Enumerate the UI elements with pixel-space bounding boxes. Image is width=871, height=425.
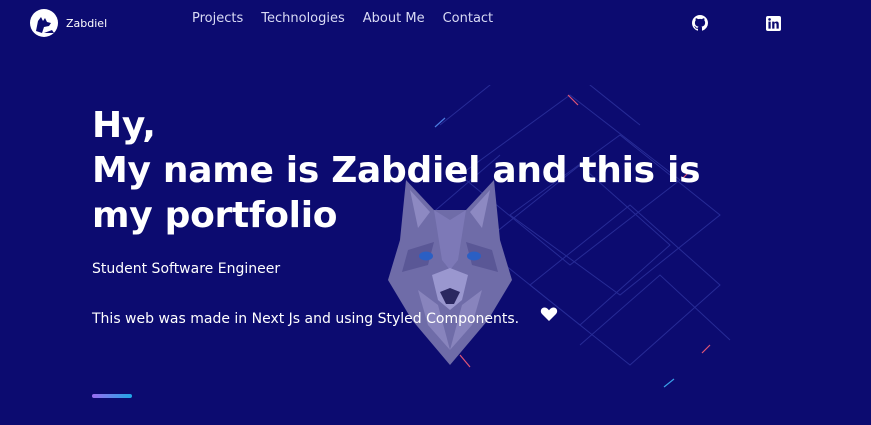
nav-link-about-me[interactable]: About Me <box>363 11 425 26</box>
top-navigation: Zabdiel Projects Technologies About Me C… <box>0 0 871 44</box>
heart-icon <box>540 307 558 321</box>
nav-link-contact[interactable]: Contact <box>443 11 494 26</box>
main-menu: Projects Technologies About Me Contact <box>192 11 511 26</box>
nav-link-technologies[interactable]: Technologies <box>261 11 345 26</box>
hero-title-line: Hy, <box>92 105 156 146</box>
github-icon[interactable] <box>691 14 709 32</box>
brand-name: Zabdiel <box>66 16 108 30</box>
hero-title-line: my portfolio <box>92 195 338 236</box>
nav-link-projects[interactable]: Projects <box>192 11 243 26</box>
brand-home-link[interactable]: Zabdiel <box>30 9 107 37</box>
hero-subtitle: Student Software Engineer <box>92 261 281 277</box>
accent-divider <box>92 394 132 398</box>
wolf-logo-icon <box>30 9 58 37</box>
hero-description: This web was made in Next Js and using S… <box>92 311 520 327</box>
linkedin-icon[interactable] <box>764 14 782 32</box>
hero-title-line: My name is Zabdiel and this is <box>92 150 701 191</box>
hero-title: Hy, My name is Zabdiel and this is my po… <box>92 103 712 238</box>
page: Zabdiel Projects Technologies About Me C… <box>0 0 871 425</box>
